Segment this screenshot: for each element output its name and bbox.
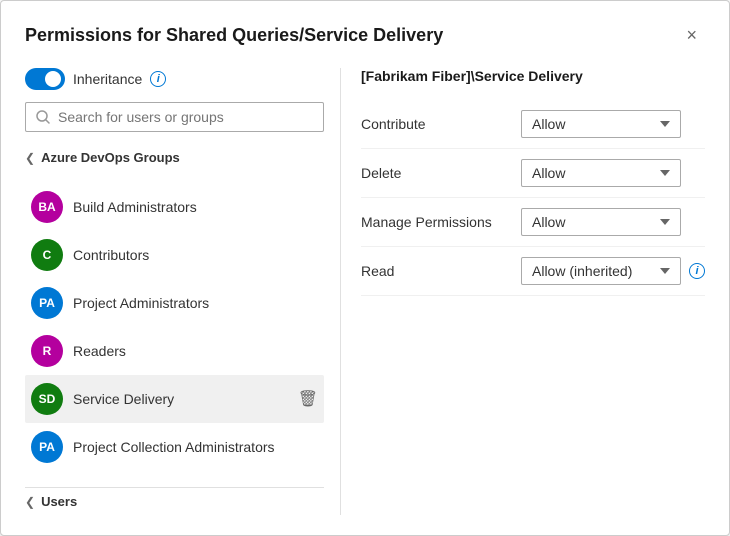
user-item[interactable]: SD Service Delivery 🗑 [25, 375, 324, 423]
permission-select[interactable]: AllowDenyNot set [521, 159, 681, 187]
permission-select-wrapper: AllowDenyNot set [521, 208, 705, 236]
user-name: Project Administrators [73, 295, 288, 311]
user-name: Project Collection Administrators [73, 439, 288, 455]
permission-info-icon[interactable]: i [689, 263, 705, 279]
right-panel: [Fabrikam Fiber]\Service Delivery Contri… [341, 68, 705, 515]
dialog-header: Permissions for Shared Queries/Service D… [25, 21, 705, 50]
inheritance-row: Inheritance i [25, 68, 324, 90]
permission-select[interactable]: AllowDenyNot set [521, 208, 681, 236]
avatar: C [31, 239, 63, 271]
user-item[interactable]: RReaders🗑 [25, 327, 324, 375]
permissions-list: ContributeAllowDenyNot setDeleteAllowDen… [361, 100, 705, 296]
permission-row: ContributeAllowDenyNot set [361, 100, 705, 149]
avatar: SD [31, 383, 63, 415]
permission-label: Manage Permissions [361, 214, 521, 230]
permission-row: DeleteAllowDenyNot set [361, 149, 705, 198]
dialog-title: Permissions for Shared Queries/Service D… [25, 25, 443, 46]
delete-icon[interactable]: 🗑 [298, 389, 318, 409]
search-icon [36, 110, 50, 124]
user-name: Service Delivery [73, 391, 288, 407]
dialog: Permissions for Shared Queries/Service D… [0, 0, 730, 536]
permission-row: ReadAllow (inherited)AllowDenyNot set i [361, 247, 705, 296]
search-input[interactable] [58, 109, 313, 125]
user-item[interactable]: CContributors🗑 [25, 231, 324, 279]
permission-label: Contribute [361, 116, 521, 132]
users-section[interactable]: ❮ Users [25, 487, 324, 515]
avatar: R [31, 335, 63, 367]
permission-select-wrapper: Allow (inherited)AllowDenyNot set i [521, 257, 705, 285]
users-section-label: Users [41, 494, 77, 509]
permission-row: Manage PermissionsAllowDenyNot set [361, 198, 705, 247]
group-header[interactable]: ❮ Azure DevOps Groups [25, 144, 324, 171]
avatar: BA [31, 191, 63, 223]
permission-select-wrapper: AllowDenyNot set [521, 159, 705, 187]
user-list: BABuild Administrators🗑CContributors🗑PAP… [25, 183, 324, 471]
permission-select-wrapper: AllowDenyNot set [521, 110, 705, 138]
user-name: Contributors [73, 247, 288, 263]
avatar: PA [31, 287, 63, 319]
permission-select[interactable]: Allow (inherited)AllowDenyNot set [521, 257, 681, 285]
group-title: Azure DevOps Groups [41, 150, 180, 165]
permission-select[interactable]: AllowDenyNot set [521, 110, 681, 138]
panel-title: [Fabrikam Fiber]\Service Delivery [361, 68, 705, 84]
close-button[interactable]: × [678, 21, 705, 50]
user-name: Build Administrators [73, 199, 288, 215]
user-name: Readers [73, 343, 288, 359]
inheritance-info-icon[interactable]: i [150, 71, 166, 87]
user-item[interactable]: PAProject Administrators🗑 [25, 279, 324, 327]
left-panel: Inheritance i ❮ Azure DevOps Groups BA Bu… [25, 68, 341, 515]
avatar: PA [31, 431, 63, 463]
users-chevron-icon: ❮ [25, 495, 35, 509]
inheritance-toggle[interactable] [25, 68, 65, 90]
inheritance-label: Inheritance [73, 71, 142, 87]
search-box[interactable] [25, 102, 324, 132]
chevron-down-icon: ❮ [25, 151, 35, 165]
user-item[interactable]: PAProject Collection Administrators🗑 [25, 423, 324, 471]
permission-label: Delete [361, 165, 521, 181]
dialog-body: Inheritance i ❮ Azure DevOps Groups BA Bu… [25, 68, 705, 515]
user-item[interactable]: BABuild Administrators🗑 [25, 183, 324, 231]
permission-label: Read [361, 263, 521, 279]
